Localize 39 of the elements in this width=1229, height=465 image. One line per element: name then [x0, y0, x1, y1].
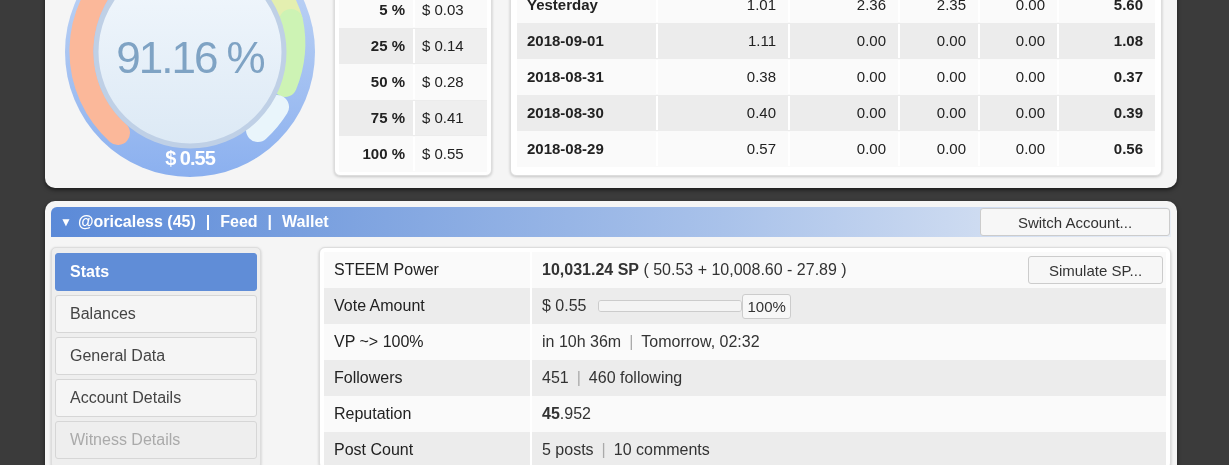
- table-cell-text: 1.08: [1112, 31, 1144, 51]
- simulate-sp-button[interactable]: Simulate SP...: [1028, 256, 1163, 284]
- table-cell: 2018-08-29: [517, 132, 658, 166]
- account-link[interactable]: Feed: [220, 213, 258, 231]
- separator: |: [205, 213, 211, 231]
- stat-value: 460 following: [588, 369, 683, 387]
- sidebar-item[interactable]: Stats: [55, 253, 257, 291]
- account-link[interactable]: Wallet: [282, 213, 329, 231]
- separator: |: [267, 213, 273, 231]
- table-cell: 0.57: [658, 132, 790, 166]
- vote-value: $ 0.55: [164, 147, 217, 170]
- table-cell-text: 5.60: [1112, 0, 1144, 15]
- sidebar-item[interactable]: Account Details: [55, 379, 257, 417]
- table-cell: 0.00: [980, 132, 1059, 166]
- stat-value: Tomorrow, 02:32: [641, 333, 760, 351]
- table-cell: 0.00: [790, 132, 900, 166]
- stat-value: 10 comments: [613, 441, 710, 459]
- table-cell: 0.00: [900, 132, 980, 166]
- table-cell-text: 0.56: [1112, 139, 1144, 159]
- stat-value: 451: [542, 369, 569, 387]
- table-cell-text: 0.39: [1112, 103, 1144, 123]
- table-cell: Post Count: [324, 432, 532, 465]
- stat-value: 5 posts: [542, 441, 594, 459]
- stat-value: in 10h 36m: [542, 333, 622, 351]
- stat-value: 45.952: [542, 405, 591, 423]
- caret-icon[interactable]: ▼: [60, 215, 72, 229]
- switch-account-button[interactable]: Switch Account...: [980, 208, 1170, 236]
- stat-value: $ 0.55: [542, 297, 587, 315]
- separator: |: [576, 369, 581, 387]
- sidebar-item[interactable]: General Data: [55, 337, 257, 375]
- sidebar-item[interactable]: Balances: [55, 295, 257, 333]
- separator: |: [601, 441, 606, 459]
- vote-power-percent: 91.16 %: [115, 33, 265, 83]
- stat-value: 10,031.24 SP ( 50.53 + 10,008.60 - 27.89 ): [542, 261, 847, 279]
- separator: |: [629, 333, 634, 351]
- vote-slider[interactable]: [598, 300, 743, 312]
- slider-reading: 100%: [742, 293, 791, 319]
- table-cell-text: 0.37: [1112, 67, 1144, 87]
- account-link[interactable]: @oricaless (45): [77, 213, 196, 231]
